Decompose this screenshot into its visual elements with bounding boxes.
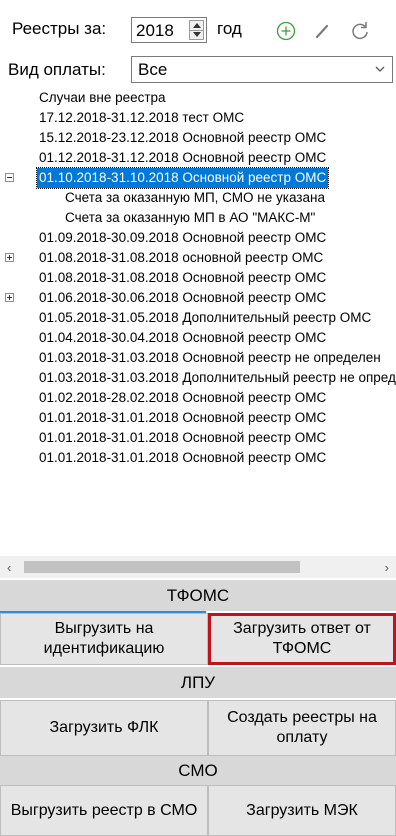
year-suffix-label: год [217,19,242,38]
import-tfoms-response-button[interactable]: Загрузить ответ от ТФОМС [208,613,396,665]
collapse-icon[interactable] [5,173,14,182]
tfoms-header: ТФОМС [0,580,396,611]
lpu-header: ЛПУ [0,667,396,698]
export-identification-button[interactable]: Выгрузить на идентификацию [0,613,208,665]
year-spinner[interactable]: 2018 [131,17,207,43]
registries-label: Реестры за: [12,19,107,38]
scroll-thumb[interactable] [24,561,300,573]
payment-select[interactable]: Все [131,56,393,83]
registry-tree[interactable]: Случаи вне реестра 17.12.2018-31.12.2018… [0,86,396,556]
payment-label: Вид оплаты: [8,60,106,79]
year-value[interactable]: 2018 [136,21,174,41]
plus-circle-icon[interactable] [272,17,300,45]
pencil-icon[interactable] [308,17,336,45]
create-registries-button[interactable]: Создать реестры на оплату [208,700,396,756]
load-mek-button[interactable]: Загрузить МЭК [208,785,396,836]
refresh-icon[interactable] [346,17,374,45]
spin-buttons[interactable] [189,20,204,40]
scroll-left-icon[interactable]: ‹ [7,560,11,575]
smo-header: СМО [0,756,396,785]
expand-icon[interactable] [5,253,14,262]
horizontal-scrollbar[interactable]: ‹ › [0,556,396,578]
payment-value[interactable]: Все [138,60,167,80]
scroll-right-icon[interactable]: › [385,560,389,575]
spin-up-icon[interactable] [193,23,201,28]
chevron-down-icon[interactable] [374,63,386,75]
load-flk-button[interactable]: Загрузить ФЛК [0,700,208,756]
spin-down-icon[interactable] [193,32,201,37]
expand-icon[interactable] [5,293,14,302]
toolbar: Реестры за: 2018 год [0,0,396,46]
export-registry-smo-button[interactable]: Выгрузить реестр в СМО [0,785,208,836]
